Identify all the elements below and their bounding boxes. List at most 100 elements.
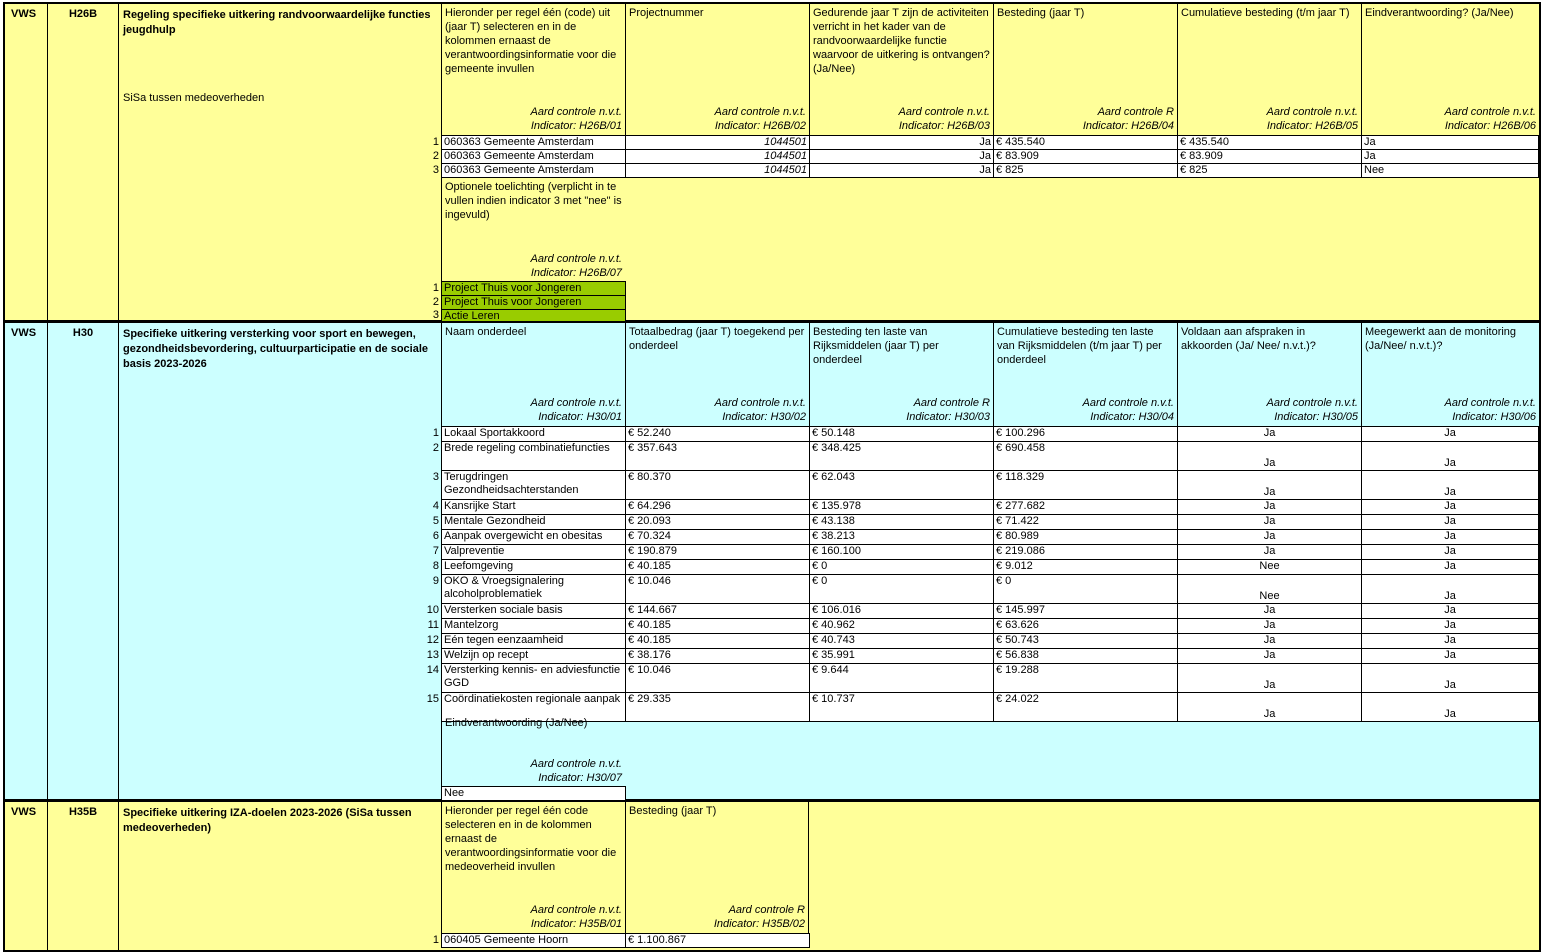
input-gemeente[interactable]: 060363 Gemeente Amsterdam bbox=[441, 135, 626, 150]
input-besteding[interactable]: € 9.644 bbox=[809, 663, 994, 693]
input-totaalbedrag[interactable]: € 40.185 bbox=[625, 618, 810, 634]
input-monitoring[interactable]: Ja bbox=[1361, 544, 1539, 560]
input-naam-onderdeel[interactable]: Kansrijke Start bbox=[441, 499, 626, 515]
input-eindverantwoording[interactable]: Nee bbox=[1361, 163, 1539, 178]
input-cumulatief[interactable]: € 71.422 bbox=[993, 514, 1178, 530]
input-cumulatief[interactable]: € 83.909 bbox=[1177, 149, 1362, 164]
input-eindverantwoording[interactable]: Ja bbox=[1361, 135, 1539, 150]
input-voldaan[interactable]: Ja bbox=[1177, 618, 1362, 634]
input-eindverantwoording[interactable]: Nee bbox=[441, 786, 626, 801]
input-medeoverheid[interactable]: 060405 Gemeente Hoorn bbox=[441, 933, 626, 948]
input-besteding[interactable]: € 160.100 bbox=[809, 544, 994, 560]
input-naam-onderdeel[interactable]: Terugdringen Gezondheidsachterstanden bbox=[441, 470, 626, 500]
input-naam-onderdeel[interactable]: Lokaal Sportakkoord bbox=[441, 426, 626, 442]
input-cumulatief[interactable]: € 219.086 bbox=[993, 544, 1178, 560]
input-naam-onderdeel[interactable]: Aanpak overgewicht en obesitas bbox=[441, 529, 626, 545]
input-cumulatief[interactable]: € 50.743 bbox=[993, 633, 1178, 649]
input-besteding[interactable]: € 43.138 bbox=[809, 514, 994, 530]
input-besteding[interactable]: € 435.540 bbox=[993, 135, 1178, 150]
input-totaalbedrag[interactable]: € 190.879 bbox=[625, 544, 810, 560]
input-naam-onderdeel[interactable]: Mentale Gezondheid bbox=[441, 514, 626, 530]
input-eindverantwoording[interactable]: Ja bbox=[1361, 149, 1539, 164]
input-monitoring[interactable]: Ja bbox=[1361, 470, 1539, 500]
input-totaalbedrag[interactable]: € 357.643 bbox=[625, 441, 810, 471]
input-besteding[interactable]: € 1.100.867 bbox=[625, 933, 810, 948]
input-totaalbedrag[interactable]: € 29.335 bbox=[625, 692, 810, 722]
input-naam-onderdeel[interactable]: Versterking kennis- en adviesfunctie GGD bbox=[441, 663, 626, 693]
input-monitoring[interactable]: Ja bbox=[1361, 574, 1539, 604]
input-toelichting[interactable]: Project Thuis voor Jongeren bbox=[441, 295, 626, 310]
input-cumulatief[interactable]: € 9.012 bbox=[993, 559, 1178, 575]
input-voldaan[interactable]: Ja bbox=[1177, 603, 1362, 619]
input-totaalbedrag[interactable]: € 52.240 bbox=[625, 426, 810, 442]
input-totaalbedrag[interactable]: € 20.093 bbox=[625, 514, 810, 530]
input-monitoring[interactable]: Ja bbox=[1361, 514, 1539, 530]
input-monitoring[interactable]: Ja bbox=[1361, 441, 1539, 471]
input-besteding[interactable]: € 10.737 bbox=[809, 692, 994, 722]
input-activiteiten[interactable]: Ja bbox=[809, 163, 994, 178]
input-naam-onderdeel[interactable]: Eén tegen eenzaamheid bbox=[441, 633, 626, 649]
input-naam-onderdeel[interactable]: Versterken sociale basis bbox=[441, 603, 626, 619]
input-cumulatief[interactable]: € 80.989 bbox=[993, 529, 1178, 545]
input-gemeente[interactable]: 060363 Gemeente Amsterdam bbox=[441, 149, 626, 164]
input-cumulatief[interactable]: € 690.458 bbox=[993, 441, 1178, 471]
input-totaalbedrag[interactable]: € 38.176 bbox=[625, 648, 810, 664]
input-totaalbedrag[interactable]: € 40.185 bbox=[625, 559, 810, 575]
input-monitoring[interactable]: Ja bbox=[1361, 603, 1539, 619]
input-totaalbedrag[interactable]: € 64.296 bbox=[625, 499, 810, 515]
input-monitoring[interactable]: Ja bbox=[1361, 426, 1539, 442]
input-cumulatief[interactable]: € 56.838 bbox=[993, 648, 1178, 664]
input-monitoring[interactable]: Ja bbox=[1361, 633, 1539, 649]
input-totaalbedrag[interactable]: € 80.370 bbox=[625, 470, 810, 500]
input-besteding[interactable]: € 40.743 bbox=[809, 633, 994, 649]
input-activiteiten[interactable]: Ja bbox=[809, 135, 994, 150]
input-projectnummer[interactable]: 1044501 bbox=[625, 163, 810, 178]
input-cumulatief[interactable]: € 145.997 bbox=[993, 603, 1178, 619]
input-totaalbedrag[interactable]: € 144.667 bbox=[625, 603, 810, 619]
input-voldaan[interactable]: Ja bbox=[1177, 633, 1362, 649]
input-cumulatief[interactable]: € 63.626 bbox=[993, 618, 1178, 634]
input-besteding[interactable]: € 0 bbox=[809, 559, 994, 575]
input-monitoring[interactable]: Ja bbox=[1361, 529, 1539, 545]
input-naam-onderdeel[interactable]: OKO & Vroegsignalering alcoholproblemati… bbox=[441, 574, 626, 604]
input-voldaan[interactable]: Nee bbox=[1177, 574, 1362, 604]
input-besteding[interactable]: € 62.043 bbox=[809, 470, 994, 500]
input-activiteiten[interactable]: Ja bbox=[809, 149, 994, 164]
input-naam-onderdeel[interactable]: Welzijn op recept bbox=[441, 648, 626, 664]
input-besteding[interactable]: € 0 bbox=[809, 574, 994, 604]
input-voldaan[interactable]: Ja bbox=[1177, 426, 1362, 442]
input-voldaan[interactable]: Ja bbox=[1177, 514, 1362, 530]
input-besteding[interactable]: € 40.962 bbox=[809, 618, 994, 634]
input-besteding[interactable]: € 83.909 bbox=[993, 149, 1178, 164]
input-voldaan[interactable]: Nee bbox=[1177, 559, 1362, 575]
input-voldaan[interactable]: Ja bbox=[1177, 441, 1362, 471]
input-cumulatief[interactable]: € 118.329 bbox=[993, 470, 1178, 500]
input-besteding[interactable]: € 825 bbox=[993, 163, 1178, 178]
input-cumulatief[interactable]: € 0 bbox=[993, 574, 1178, 604]
input-toelichting[interactable]: Project Thuis voor Jongeren bbox=[441, 281, 626, 296]
input-projectnummer[interactable]: 1044501 bbox=[625, 135, 810, 150]
input-naam-onderdeel[interactable]: Leefomgeving bbox=[441, 559, 626, 575]
input-cumulatief[interactable]: € 24.022 bbox=[993, 692, 1178, 722]
input-gemeente[interactable]: 060363 Gemeente Amsterdam bbox=[441, 163, 626, 178]
input-voldaan[interactable]: Ja bbox=[1177, 529, 1362, 545]
input-voldaan[interactable]: Ja bbox=[1177, 648, 1362, 664]
input-monitoring[interactable]: Ja bbox=[1361, 692, 1539, 722]
input-voldaan[interactable]: Ja bbox=[1177, 544, 1362, 560]
input-voldaan[interactable]: Ja bbox=[1177, 499, 1362, 515]
input-monitoring[interactable]: Ja bbox=[1361, 618, 1539, 634]
input-cumulatief[interactable]: € 100.296 bbox=[993, 426, 1178, 442]
input-totaalbedrag[interactable]: € 10.046 bbox=[625, 663, 810, 693]
input-besteding[interactable]: € 35.991 bbox=[809, 648, 994, 664]
input-besteding[interactable]: € 50.148 bbox=[809, 426, 994, 442]
input-cumulatief[interactable]: € 277.682 bbox=[993, 499, 1178, 515]
input-naam-onderdeel[interactable]: Brede regeling combinatiefuncties bbox=[441, 441, 626, 471]
input-cumulatief[interactable]: € 19.288 bbox=[993, 663, 1178, 693]
input-monitoring[interactable]: Ja bbox=[1361, 663, 1539, 693]
input-totaalbedrag[interactable]: € 70.324 bbox=[625, 529, 810, 545]
input-voldaan[interactable]: Ja bbox=[1177, 663, 1362, 693]
input-voldaan[interactable]: Ja bbox=[1177, 692, 1362, 722]
input-projectnummer[interactable]: 1044501 bbox=[625, 149, 810, 164]
input-totaalbedrag[interactable]: € 40.185 bbox=[625, 633, 810, 649]
input-voldaan[interactable]: Ja bbox=[1177, 470, 1362, 500]
